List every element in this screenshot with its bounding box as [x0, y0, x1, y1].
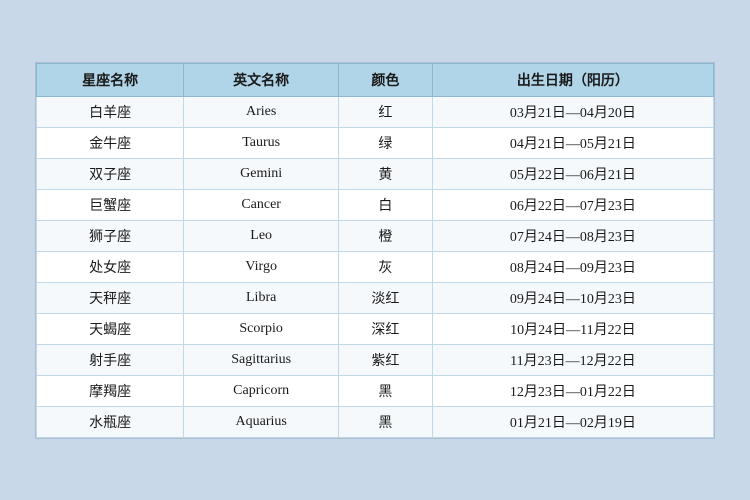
cell-chinese-name: 天蝎座: [37, 313, 184, 344]
table-row: 双子座Gemini黄05月22日—06月21日: [37, 158, 714, 189]
cell-color: 黄: [339, 158, 433, 189]
cell-dates: 11月23日—12月22日: [432, 344, 713, 375]
table-row: 白羊座Aries红03月21日—04月20日: [37, 96, 714, 127]
header-dates: 出生日期（阳历）: [432, 63, 713, 96]
cell-english-name: Libra: [184, 282, 339, 313]
cell-color: 绿: [339, 127, 433, 158]
table-row: 射手座Sagittarius紫红11月23日—12月22日: [37, 344, 714, 375]
cell-dates: 09月24日—10月23日: [432, 282, 713, 313]
cell-chinese-name: 白羊座: [37, 96, 184, 127]
cell-chinese-name: 天秤座: [37, 282, 184, 313]
cell-english-name: Capricorn: [184, 375, 339, 406]
cell-dates: 10月24日—11月22日: [432, 313, 713, 344]
table-row: 天秤座Libra淡红09月24日—10月23日: [37, 282, 714, 313]
table-row: 处女座Virgo灰08月24日—09月23日: [37, 251, 714, 282]
cell-chinese-name: 金牛座: [37, 127, 184, 158]
header-color: 颜色: [339, 63, 433, 96]
table-row: 摩羯座Capricorn黑12月23日—01月22日: [37, 375, 714, 406]
cell-dates: 01月21日—02月19日: [432, 406, 713, 437]
cell-english-name: Aquarius: [184, 406, 339, 437]
cell-english-name: Sagittarius: [184, 344, 339, 375]
cell-color: 黑: [339, 375, 433, 406]
cell-dates: 07月24日—08月23日: [432, 220, 713, 251]
header-english-name: 英文名称: [184, 63, 339, 96]
cell-color: 红: [339, 96, 433, 127]
cell-english-name: Aries: [184, 96, 339, 127]
table-body: 白羊座Aries红03月21日—04月20日金牛座Taurus绿04月21日—0…: [37, 96, 714, 437]
table-row: 天蝎座Scorpio深红10月24日—11月22日: [37, 313, 714, 344]
cell-dates: 03月21日—04月20日: [432, 96, 713, 127]
table-row: 巨蟹座Cancer白06月22日—07月23日: [37, 189, 714, 220]
cell-color: 淡红: [339, 282, 433, 313]
cell-chinese-name: 巨蟹座: [37, 189, 184, 220]
cell-color: 灰: [339, 251, 433, 282]
cell-dates: 08月24日—09月23日: [432, 251, 713, 282]
cell-english-name: Cancer: [184, 189, 339, 220]
cell-color: 白: [339, 189, 433, 220]
header-chinese-name: 星座名称: [37, 63, 184, 96]
cell-dates: 12月23日—01月22日: [432, 375, 713, 406]
cell-color: 黑: [339, 406, 433, 437]
table-row: 狮子座Leo橙07月24日—08月23日: [37, 220, 714, 251]
cell-english-name: Gemini: [184, 158, 339, 189]
cell-color: 橙: [339, 220, 433, 251]
cell-english-name: Scorpio: [184, 313, 339, 344]
table-header-row: 星座名称 英文名称 颜色 出生日期（阳历）: [37, 63, 714, 96]
cell-english-name: Taurus: [184, 127, 339, 158]
cell-dates: 04月21日—05月21日: [432, 127, 713, 158]
cell-color: 紫红: [339, 344, 433, 375]
table-row: 水瓶座Aquarius黑01月21日—02月19日: [37, 406, 714, 437]
cell-chinese-name: 狮子座: [37, 220, 184, 251]
cell-dates: 05月22日—06月21日: [432, 158, 713, 189]
zodiac-table: 星座名称 英文名称 颜色 出生日期（阳历） 白羊座Aries红03月21日—04…: [36, 63, 714, 438]
cell-chinese-name: 射手座: [37, 344, 184, 375]
cell-english-name: Virgo: [184, 251, 339, 282]
zodiac-table-wrapper: 星座名称 英文名称 颜色 出生日期（阳历） 白羊座Aries红03月21日—04…: [35, 62, 715, 439]
cell-chinese-name: 摩羯座: [37, 375, 184, 406]
cell-chinese-name: 双子座: [37, 158, 184, 189]
cell-chinese-name: 处女座: [37, 251, 184, 282]
cell-chinese-name: 水瓶座: [37, 406, 184, 437]
table-row: 金牛座Taurus绿04月21日—05月21日: [37, 127, 714, 158]
cell-english-name: Leo: [184, 220, 339, 251]
cell-dates: 06月22日—07月23日: [432, 189, 713, 220]
cell-color: 深红: [339, 313, 433, 344]
